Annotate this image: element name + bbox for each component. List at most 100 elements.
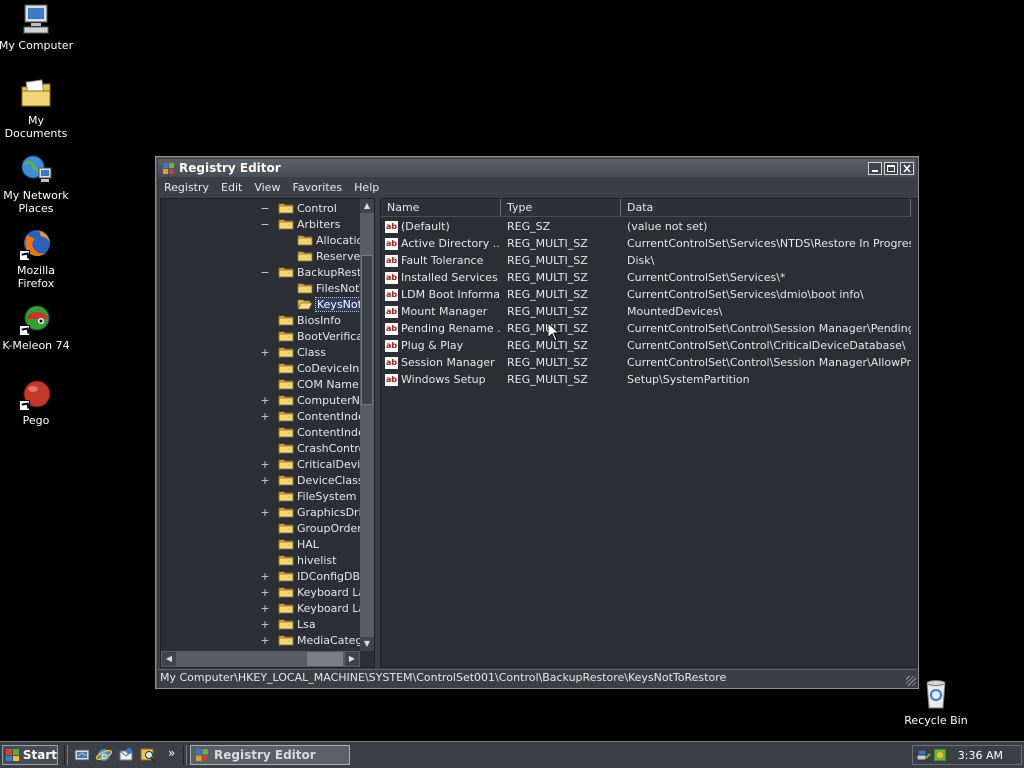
quicklaunch-overflow-chevron-icon[interactable]: » <box>168 746 175 760</box>
minimize-button[interactable] <box>868 161 882 175</box>
tree-item[interactable]: FileSystem <box>260 488 356 504</box>
value-name-cell: ab Session Manager <box>381 356 501 369</box>
collapse-toggle-icon[interactable]: − <box>260 202 270 215</box>
desktop-icon-pego[interactable]: Pego <box>0 377 74 427</box>
folder-icon <box>278 315 294 326</box>
value-row[interactable]: ab (Default) REG_SZ (value not set) <box>381 218 917 235</box>
desktop-icon-my-documents[interactable]: My Documents <box>0 77 74 140</box>
maximize-button[interactable] <box>884 161 898 175</box>
expand-toggle-icon[interactable]: + <box>260 458 270 471</box>
tree-item[interactable]: + CriticalDevice <box>260 456 373 472</box>
collapse-toggle-icon[interactable]: − <box>260 266 270 279</box>
scroll-right-arrow-icon[interactable]: ▶ <box>345 652 359 666</box>
close-button[interactable] <box>900 161 914 175</box>
tree-item[interactable]: + Keyboard Lay <box>260 584 371 600</box>
value-row[interactable]: ab Installed Services REG_MULTI_SZ CurrentC… <box>381 269 917 286</box>
expand-toggle-icon[interactable]: + <box>260 474 270 487</box>
desktop-icon-label: Pego <box>22 414 50 427</box>
expand-toggle-icon[interactable]: + <box>260 634 270 647</box>
expand-toggle-icon[interactable]: + <box>260 618 270 631</box>
tree-item[interactable]: BootVerificat <box>260 328 367 344</box>
tree-item[interactable]: + IDConfigDB <box>260 568 360 584</box>
menu-registry[interactable]: Registry <box>158 181 215 194</box>
value-row[interactable]: ab Fault Tolerance REG_MULTI_SZ Disk\ <box>381 252 917 269</box>
tree-item[interactable]: BiosInfo <box>260 312 341 328</box>
tree-item[interactable]: COM Name A <box>260 376 370 392</box>
tree-item[interactable]: GroupOrderL <box>260 520 368 536</box>
list-header: Name Type Data <box>381 199 911 217</box>
clock[interactable]: 3:36 AM <box>958 749 1003 762</box>
tree-item[interactable]: Allocation <box>279 232 370 248</box>
column-header-name[interactable]: Name <box>381 199 501 216</box>
desktop-icon-my-network-places[interactable]: My Network Places <box>0 152 74 215</box>
tray-network-icon[interactable] <box>916 748 932 762</box>
tree-item[interactable]: ContentInde <box>260 424 365 440</box>
column-header-type[interactable]: Type <box>501 199 621 216</box>
resize-grip-icon[interactable] <box>906 676 916 686</box>
tree-item-label: MediaCategc <box>297 633 369 647</box>
tree-item[interactable]: CrashContro <box>260 440 365 456</box>
tree-item[interactable]: + Class <box>260 344 326 360</box>
start-button[interactable]: Start <box>2 745 58 765</box>
tree-item[interactable]: HAL <box>260 536 319 552</box>
tree-item[interactable]: − Control <box>260 200 336 216</box>
taskbar-button-registry-editor[interactable]: Registry Editor <box>190 745 350 765</box>
taskbar-separator <box>64 745 68 765</box>
value-row[interactable]: ab Mount Manager REG_MULTI_SZ MountedDevice… <box>381 303 917 320</box>
quicklaunch-internet-explorer-icon[interactable]: e <box>96 747 112 763</box>
scroll-left-arrow-icon[interactable]: ◀ <box>162 652 176 666</box>
desktop-icon-mozilla-firefox[interactable]: Mozilla Firefox <box>0 227 74 290</box>
tree-item[interactable]: + MediaCategc <box>260 632 369 648</box>
expand-toggle-icon[interactable]: + <box>260 602 270 615</box>
folder-icon <box>278 491 294 502</box>
tree-item[interactable]: CoDeviceInst <box>260 360 369 376</box>
quicklaunch-show-desktop-icon[interactable] <box>74 747 90 763</box>
menu-favorites[interactable]: Favorites <box>286 181 348 194</box>
value-row[interactable]: ab Windows Setup REG_MULTI_SZ Setup\SystemP… <box>381 371 917 388</box>
tree-item[interactable]: + DeviceClasse <box>260 472 370 488</box>
value-row[interactable]: ab Pending Rename ... REG_MULTI_SZ CurrentC… <box>381 320 917 337</box>
tree-item[interactable]: + ContentInde <box>260 408 364 424</box>
tree-item[interactable]: Reserved <box>279 248 367 264</box>
tree-item[interactable]: hivelist <box>260 552 336 568</box>
tree-scroll-thumb[interactable] <box>361 255 373 405</box>
tree-item[interactable]: + GraphicsDrive <box>260 504 374 520</box>
scroll-down-arrow-icon[interactable]: ▼ <box>360 637 374 651</box>
tree-item[interactable]: FilesNotT <box>279 280 366 296</box>
folder-icon <box>297 235 313 246</box>
tree-vertical-scrollbar[interactable]: ▲ ▼ <box>360 199 374 651</box>
quicklaunch-outlook-icon[interactable] <box>118 747 134 763</box>
scroll-up-arrow-icon[interactable]: ▲ <box>360 199 374 213</box>
window-title: Registry Editor <box>179 161 281 175</box>
quicklaunch-search-icon[interactable] <box>140 747 156 763</box>
column-header-data[interactable]: Data <box>621 199 911 216</box>
desktop-icon-k-meleon[interactable]: K-Meleon 74 <box>0 302 74 352</box>
value-row[interactable]: ab Session Manager REG_MULTI_SZ CurrentCont… <box>381 354 917 371</box>
tree-item[interactable]: − Arbiters <box>260 216 340 232</box>
desktop-icon-my-computer[interactable]: My Computer <box>0 2 74 52</box>
expand-toggle-icon[interactable]: + <box>260 586 270 599</box>
tree-item[interactable]: + Keyboard Lay <box>260 600 371 616</box>
collapse-toggle-icon[interactable]: − <box>260 218 270 231</box>
tree-item[interactable]: − BackupResto <box>260 264 368 280</box>
menu-help[interactable]: Help <box>348 181 385 194</box>
expand-toggle-icon[interactable]: + <box>260 346 270 359</box>
key-tree-pane[interactable]: − Control − Arbiters Allocation Reserved − Back… <box>160 198 375 668</box>
tree-item[interactable]: + Lsa <box>260 616 315 632</box>
value-row[interactable]: ab LDM Boot Informa... REG_MULTI_SZ Current… <box>381 286 917 303</box>
menu-view[interactable]: View <box>248 181 286 194</box>
values-list-pane[interactable]: Name Type Data ab (Default) REG_SZ (value n… <box>380 198 918 668</box>
value-row[interactable]: ab Plug & Play REG_MULTI_SZ CurrentControlS… <box>381 337 917 354</box>
expand-toggle-icon[interactable]: + <box>260 410 270 423</box>
tree-item[interactable]: KeysNotT <box>279 296 371 312</box>
expand-toggle-icon[interactable]: + <box>260 570 270 583</box>
expand-toggle-icon[interactable]: + <box>260 394 270 407</box>
tray-security-icon[interactable] <box>933 748 947 762</box>
tree-horizontal-scrollbar[interactable]: ◀ ▶ <box>161 651 360 667</box>
tree-hscroll-thumb[interactable] <box>307 652 343 666</box>
title-bar[interactable]: Registry Editor <box>158 159 916 177</box>
tree-item[interactable]: + ComputerNar <box>260 392 371 408</box>
menu-edit[interactable]: Edit <box>215 181 248 194</box>
expand-toggle-icon[interactable]: + <box>260 506 270 519</box>
value-row[interactable]: ab Active Directory ... REG_MULTI_SZ Curren… <box>381 235 917 252</box>
